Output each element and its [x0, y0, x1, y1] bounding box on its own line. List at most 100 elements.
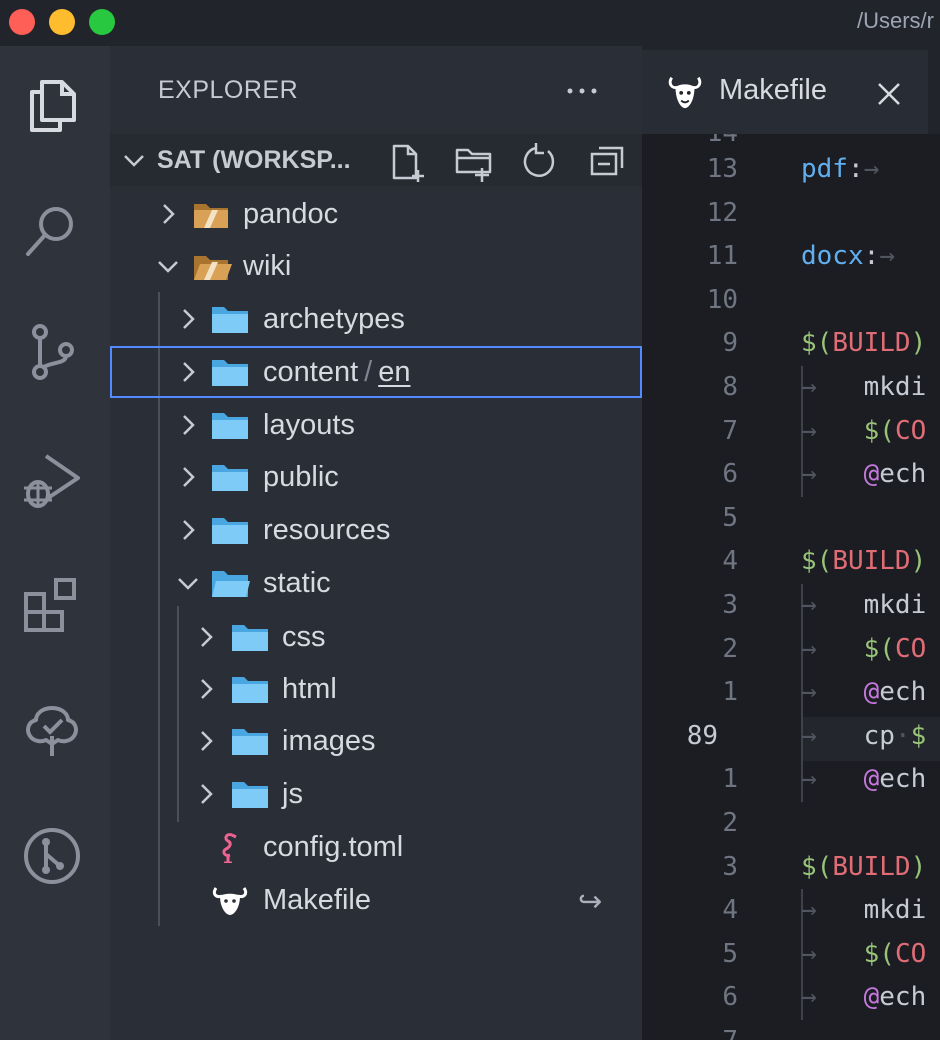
chevron-right-icon[interactable]: [194, 625, 218, 649]
tree-item-pandoc[interactable]: pandoc: [110, 188, 642, 240]
explorer-icon[interactable]: [20, 72, 84, 136]
workspace-section-header[interactable]: SAT (WORKSP...: [110, 134, 642, 186]
code-line: → @ech: [801, 459, 927, 490]
root-folder-icon: [194, 256, 232, 280]
tab-label: Makefile: [719, 74, 827, 106]
folder-icon: [212, 518, 248, 544]
search-icon[interactable]: [20, 198, 84, 262]
editor-tab-bar: Makefile: [642, 46, 940, 134]
close-icon[interactable]: [875, 80, 903, 108]
new-folder-icon[interactable]: [454, 142, 494, 182]
root-folder-icon: [194, 204, 228, 228]
collapse-all-icon[interactable]: [588, 142, 628, 182]
code-editor[interactable]: 14 13pdf:→1211docx:→109$(BUILD)8→ mkdi7→…: [642, 134, 940, 1040]
tree-item-label: config.toml: [263, 831, 404, 863]
tree-item-resources[interactable]: resources: [110, 504, 642, 556]
code-line: → $(CO: [801, 633, 927, 664]
line-number: 3: [722, 851, 738, 882]
folder-icon: [212, 307, 248, 333]
chevron-down-icon: [124, 155, 144, 167]
tree-item-css[interactable]: css: [110, 611, 642, 663]
code-line: → mkdi: [801, 372, 927, 402]
extensions-icon[interactable]: [20, 572, 84, 636]
code-line: pdf:→: [801, 154, 880, 184]
tree-item-label: layouts: [263, 409, 355, 441]
code-line: $(BUILD): [801, 546, 927, 577]
tree-item-label: public: [263, 461, 339, 493]
compact-folder-child[interactable]: en: [378, 356, 410, 388]
line-number: 9: [722, 328, 738, 359]
tree-item-label: images: [282, 725, 376, 757]
line-number: 13: [706, 154, 738, 184]
tree-item-wiki[interactable]: wiki: [110, 240, 642, 292]
tree-item-html[interactable]: html: [110, 663, 642, 715]
code-line: → @ech: [801, 982, 927, 1013]
chevron-right-icon[interactable]: [176, 413, 200, 437]
tree-item-config-toml[interactable]: config.toml: [110, 821, 642, 873]
tree-item-js[interactable]: js: [110, 768, 642, 820]
tree-item-archetypes[interactable]: archetypes: [110, 293, 642, 345]
tree-item-label: html: [282, 673, 337, 705]
tree-item-label: pandoc: [243, 198, 339, 230]
line-number: 1: [722, 764, 738, 795]
tree-item-layouts[interactable]: layouts: [110, 399, 642, 451]
chevron-right-icon[interactable]: [156, 202, 180, 226]
chevron-right-icon[interactable]: [176, 465, 200, 489]
tree-item-label: js: [282, 778, 303, 810]
code-line: → mkdi: [801, 590, 927, 620]
zoom-window-button[interactable]: [89, 9, 115, 35]
line-number: 4: [722, 546, 738, 577]
tree-item-makefile[interactable]: Makefile ↪: [110, 874, 642, 926]
new-file-icon[interactable]: [388, 142, 428, 182]
chevron-right-icon[interactable]: [194, 729, 218, 753]
code-line: → mkdi: [801, 895, 927, 926]
folder-icon: [232, 677, 268, 703]
chevron-right-icon[interactable]: [176, 518, 200, 542]
folder-open-icon: [212, 571, 250, 597]
tree-item-label: wiki: [243, 250, 292, 282]
code-line: → @ech: [801, 764, 927, 795]
line-number: 3: [722, 590, 738, 620]
tree-item-label: archetypes: [263, 303, 405, 335]
tree-item-label: css: [282, 621, 326, 653]
line-number: 4: [722, 895, 738, 926]
run-debug-icon[interactable]: [20, 448, 84, 512]
tree-item-static[interactable]: static: [110, 557, 642, 609]
chevron-right-icon[interactable]: [176, 307, 200, 331]
code-line: → @ech: [801, 677, 927, 708]
line-number: 7: [722, 415, 738, 446]
chevron-down-icon[interactable]: [156, 254, 180, 278]
tree-item-images[interactable]: images: [110, 715, 642, 767]
folder-icon: [232, 729, 268, 755]
chevron-right-icon[interactable]: [176, 360, 200, 384]
line-number: 8: [722, 372, 738, 402]
tree-item-public[interactable]: public: [110, 451, 642, 503]
more-icon[interactable]: [565, 74, 599, 108]
explorer-sidebar: EXPLORER SAT (WORKSP... pandoc wiki arch…: [110, 46, 642, 1040]
tab-makefile[interactable]: Makefile: [642, 50, 928, 134]
line-number: 2: [722, 808, 738, 838]
minimize-window-button[interactable]: [49, 9, 75, 35]
code-line: → cp·$: [801, 720, 927, 751]
line-number: 14: [642, 134, 738, 148]
chevron-right-icon[interactable]: [194, 782, 218, 806]
refresh-icon[interactable]: [520, 142, 560, 182]
folder-icon: [232, 625, 268, 651]
source-control-icon[interactable]: [20, 320, 84, 384]
sidebar-title: EXPLORER: [158, 76, 299, 104]
folder-icon: [212, 413, 248, 439]
file-status-badge: ↪: [578, 886, 603, 918]
tree-icon[interactable]: [20, 700, 84, 764]
title-bar: /Users/r: [0, 0, 940, 46]
code-line: $(BUILD): [801, 328, 927, 359]
close-window-button[interactable]: [9, 9, 35, 35]
tree-item-content[interactable]: content / en: [110, 346, 642, 398]
git-graph-icon[interactable]: [20, 824, 84, 888]
chevron-right-icon[interactable]: [194, 677, 218, 701]
line-number: 5: [722, 938, 738, 969]
folder-icon: [212, 360, 248, 386]
chevron-down-icon[interactable]: [176, 571, 200, 595]
gnu-icon: [212, 887, 248, 915]
flamingo-icon: [222, 833, 237, 863]
tree-item-label: Makefile: [263, 884, 371, 916]
